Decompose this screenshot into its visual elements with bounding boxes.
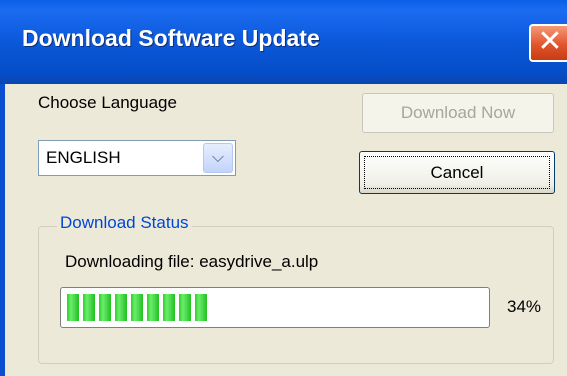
language-select-value: ENGLISH [46,148,121,167]
progress-percent: 34% [507,297,542,316]
dropdown-button[interactable]: ⌵ [203,143,233,173]
language-select[interactable]: ENGLISH ⌵ [38,140,236,176]
window-title: Download Software Update [22,25,320,51]
download-status-label: Download Status [57,213,192,233]
chevron-down-icon: ⌵ [211,149,225,166]
close-button[interactable]: ✕ [529,24,567,62]
progress-bar [60,287,490,328]
progress-fill [67,294,207,321]
status-message: Downloading file: easydrive_a.ulp [65,252,319,271]
window-border [0,84,5,376]
download-dialog: Download Software Update ✕ Choose Langua… [0,0,567,376]
choose-language-label: Choose Language [38,93,177,112]
close-icon: ✕ [537,25,563,58]
cancel-button-label: Cancel [364,156,550,189]
title-bar[interactable]: Download Software Update ✕ [0,0,567,84]
cancel-button[interactable]: Cancel [359,151,555,194]
download-now-button[interactable]: Download Now [362,93,554,133]
